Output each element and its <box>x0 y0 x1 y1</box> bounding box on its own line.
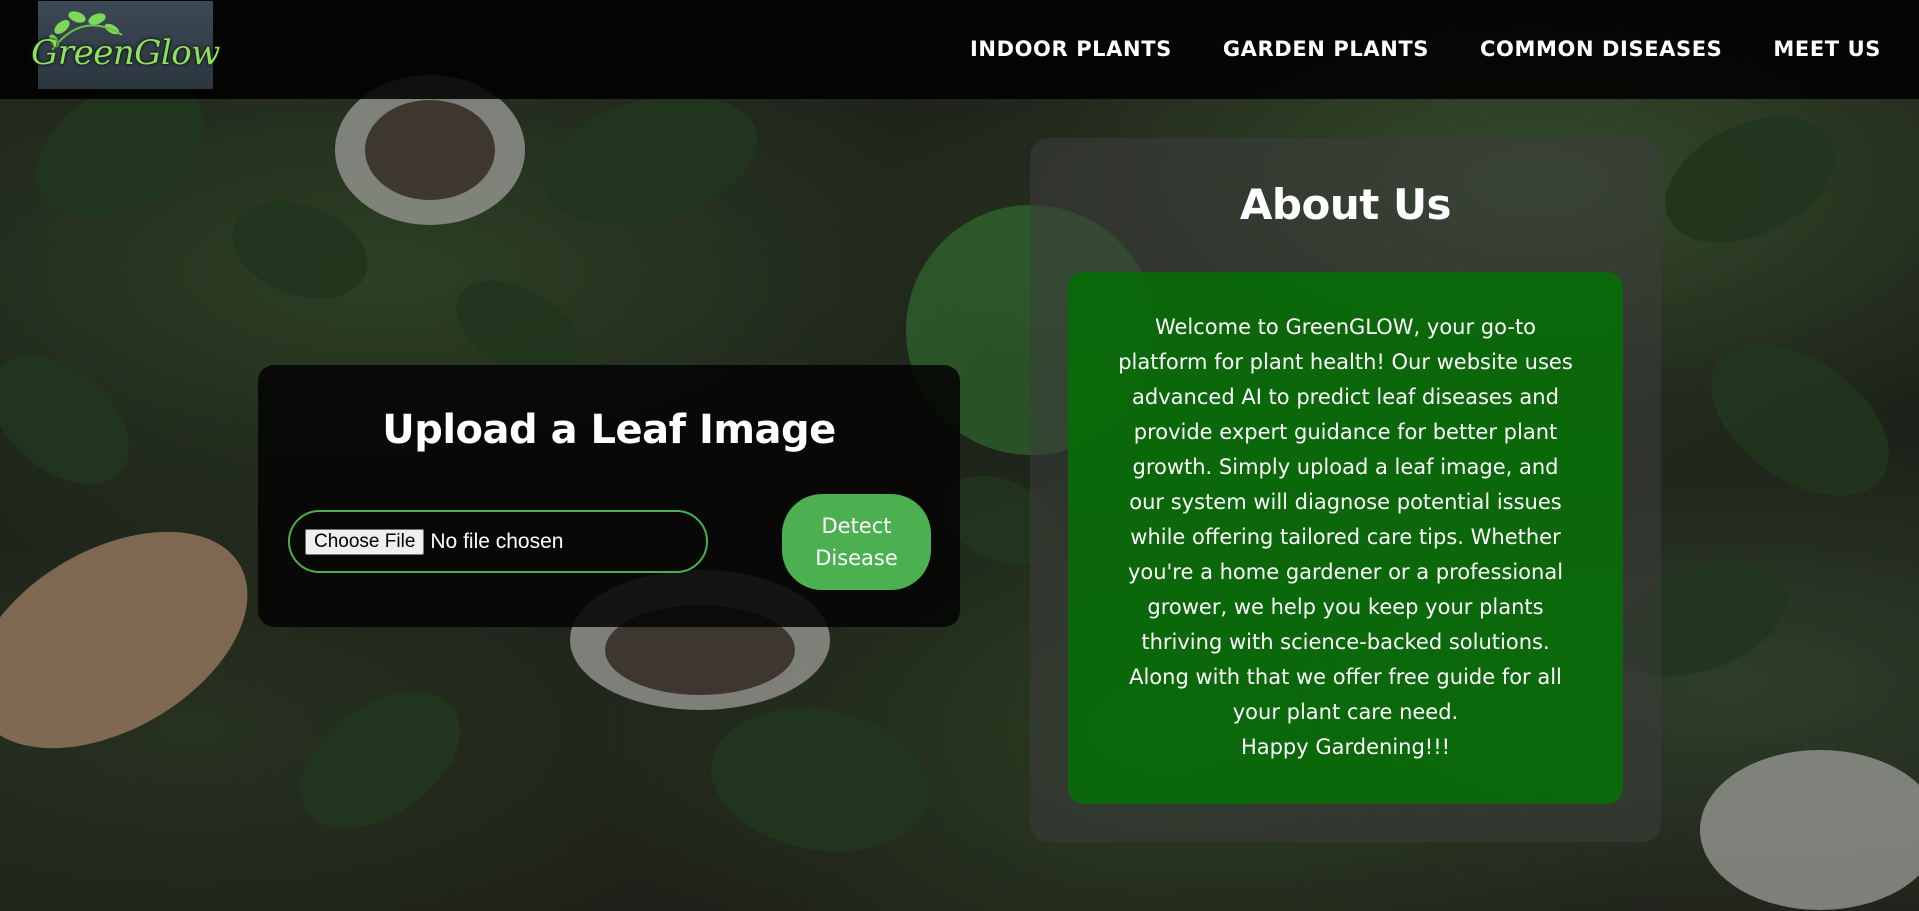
greenglow-logo[interactable]: GreenGlow <box>31 1 220 89</box>
upload-title: Upload a Leaf Image <box>382 407 836 453</box>
upload-card: Upload a Leaf Image Choose File No file … <box>258 365 960 627</box>
choose-file-button[interactable]: Choose File <box>305 528 425 555</box>
file-status-text: No file chosen <box>430 529 564 553</box>
nav-indoor-plants[interactable]: INDOOR PLANTS <box>970 37 1172 61</box>
about-title: About Us <box>1239 180 1452 229</box>
about-description: Welcome to GreenGLOW, your go-to platfor… <box>1118 315 1573 759</box>
site-header: GreenGlow INDOOR PLANTS GARDEN PLANTS CO… <box>0 0 1919 99</box>
about-card: About Us Welcome to GreenGLOW, your go-t… <box>1030 138 1661 842</box>
main-nav: INDOOR PLANTS GARDEN PLANTS COMMON DISEA… <box>970 37 1881 61</box>
leaf-file-input[interactable]: Choose File No file chosen <box>288 510 708 573</box>
about-text-box: Welcome to GreenGLOW, your go-to platfor… <box>1068 272 1623 804</box>
nav-garden-plants[interactable]: GARDEN PLANTS <box>1223 37 1429 61</box>
nav-common-diseases[interactable]: COMMON DISEASES <box>1480 37 1722 61</box>
logo-text: GreenGlow <box>31 33 220 73</box>
detect-disease-button[interactable]: Detect Disease <box>782 494 931 590</box>
nav-meet-us[interactable]: MEET US <box>1773 37 1881 61</box>
